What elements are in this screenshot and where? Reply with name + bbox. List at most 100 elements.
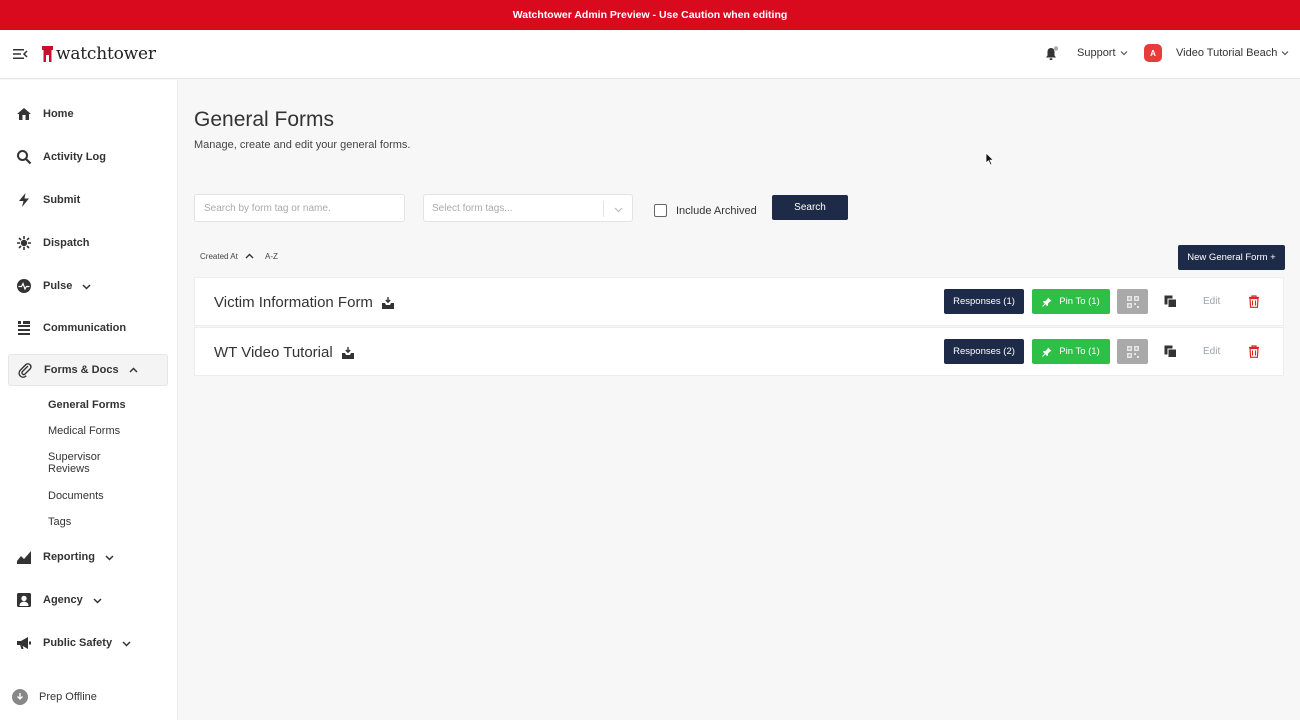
sidebar-item-activity-log[interactable]: Activity Log [8, 141, 168, 173]
lightning-icon [19, 193, 29, 207]
edit-link[interactable]: Edit [1203, 296, 1220, 307]
support-menu[interactable]: Support [1077, 47, 1128, 59]
prep-offline-label: Prep Offline [39, 691, 97, 703]
sidebar-item-label: Pulse [43, 280, 73, 292]
sidebar: Home Activity Log Submit Dispatch Pulse … [0, 80, 178, 720]
qr-code-icon [1126, 345, 1139, 358]
trash-icon[interactable] [1248, 295, 1260, 308]
notification-bell-icon[interactable] [1043, 46, 1059, 62]
dispatch-icon [17, 236, 31, 250]
trash-icon[interactable] [1248, 345, 1260, 358]
form-tags-select[interactable]: Select form tags... [423, 194, 633, 222]
sidebar-item-label: Reporting [43, 551, 95, 563]
form-name: Victim Information Form [214, 294, 373, 311]
mouse-cursor-icon [985, 152, 995, 166]
sidebar-item-label: Home [43, 108, 74, 120]
main-content: General Forms Manage, create and edit yo… [178, 80, 1300, 720]
sidebar-item-public-safety[interactable]: Public Safety [8, 627, 168, 659]
download-tray-icon[interactable] [341, 346, 355, 360]
pin-to-label: Pin To (1) [1059, 346, 1100, 357]
admin-preview-banner: Watchtower Admin Preview - Use Caution w… [0, 0, 1300, 30]
offline-download-icon [12, 689, 28, 705]
chevron-down-icon [122, 640, 131, 647]
agency-menu[interactable]: Video Tutorial Beach [1176, 47, 1289, 59]
paperclip-icon [18, 363, 32, 378]
sidebar-item-label: Public Safety [43, 637, 113, 649]
sidebar-item-label: Agency [43, 594, 83, 606]
sidebar-item-home[interactable]: Home [8, 98, 168, 130]
home-icon [17, 108, 31, 120]
sidebar-item-reporting[interactable]: Reporting [8, 541, 168, 573]
agency-avatar[interactable]: A [1144, 44, 1162, 62]
chevron-down-icon [1120, 51, 1127, 56]
include-archived-label: Include Archived [676, 204, 757, 217]
form-name-link[interactable]: Victim Information Form [214, 294, 395, 311]
responses-button[interactable]: Responses (2) [944, 339, 1024, 364]
page-subtitle: Manage, create and edit your general for… [194, 139, 411, 151]
pulse-icon [17, 279, 31, 293]
top-bar: watchtower Support A Video Tutorial Beac… [0, 30, 1300, 79]
search-button[interactable]: Search [772, 195, 848, 220]
communication-icon [18, 321, 30, 335]
include-archived-checkbox[interactable]: Include Archived [654, 204, 757, 217]
pin-icon [1042, 347, 1052, 357]
form-name: WT Video Tutorial [214, 344, 333, 361]
sidebar-item-agency[interactable]: Agency [8, 584, 168, 616]
megaphone-icon [17, 637, 31, 649]
chevron-up-icon [245, 253, 254, 259]
new-general-form-button[interactable]: New General Form + [1178, 245, 1285, 270]
tags-placeholder: Select form tags... [432, 202, 513, 214]
search-icon [17, 150, 32, 165]
pin-to-button[interactable]: Pin To (1) [1032, 289, 1110, 314]
sidebar-item-dispatch[interactable]: Dispatch [8, 227, 168, 259]
sort-created-label: Created At [200, 252, 238, 261]
watchtower-logo[interactable]: watchtower [42, 43, 156, 65]
sidebar-item-pulse[interactable]: Pulse [8, 270, 168, 302]
sidebar-item-communication[interactable]: Communication [8, 312, 168, 344]
sort-created-at[interactable]: Created At [200, 252, 254, 261]
search-input[interactable] [194, 194, 405, 222]
sidebar-item-forms-docs[interactable]: Forms & Docs [8, 354, 168, 386]
sidebar-item-submit[interactable]: Submit [8, 184, 168, 216]
sidebar-subitem-supervisor-reviews[interactable]: Supervisor Reviews [48, 451, 128, 475]
form-row: Victim Information Form Responses (1) Pi… [194, 277, 1284, 326]
pin-to-label: Pin To (1) [1059, 296, 1100, 307]
page-title: General Forms [194, 108, 335, 131]
form-name-link[interactable]: WT Video Tutorial [214, 344, 355, 361]
qr-code-button[interactable] [1117, 339, 1148, 364]
form-list: Victim Information Form Responses (1) Pi… [194, 277, 1284, 377]
pin-icon [1042, 297, 1052, 307]
sidebar-subitem-medical-forms[interactable]: Medical Forms [48, 425, 120, 437]
agency-name: Video Tutorial Beach [1176, 47, 1278, 59]
form-row: WT Video Tutorial Responses (2) Pin To (… [194, 327, 1284, 376]
download-tray-icon[interactable] [381, 296, 395, 310]
duplicate-icon[interactable] [1164, 345, 1177, 358]
banner-text: Watchtower Admin Preview - Use Caution w… [512, 9, 788, 21]
tower-logo-icon [42, 46, 53, 62]
responses-button[interactable]: Responses (1) [944, 289, 1024, 314]
sort-a-z[interactable]: A-Z [265, 252, 278, 261]
support-label: Support [1077, 47, 1116, 59]
menu-collapse-icon[interactable] [12, 46, 28, 62]
edit-link[interactable]: Edit [1203, 346, 1220, 357]
logo-text: watchtower [56, 44, 156, 64]
chevron-up-icon [129, 366, 138, 373]
chevron-down-icon [105, 554, 114, 561]
select-divider [603, 201, 604, 217]
agency-icon [17, 593, 31, 607]
sidebar-item-label: Forms & Docs [44, 364, 119, 376]
sidebar-subitem-general-forms[interactable]: General Forms [48, 399, 126, 411]
qr-code-icon [1126, 295, 1139, 308]
sidebar-subitem-documents[interactable]: Documents [48, 490, 104, 502]
chevron-down-icon [1281, 51, 1289, 56]
sidebar-item-label: Communication [43, 322, 127, 334]
prep-offline-button[interactable]: Prep Offline [12, 689, 97, 705]
sidebar-item-label: Submit [43, 194, 81, 206]
checkbox-box[interactable] [654, 204, 667, 217]
pin-to-button[interactable]: Pin To (1) [1032, 339, 1110, 364]
chevron-down-icon [614, 207, 623, 213]
qr-code-button[interactable] [1117, 289, 1148, 314]
sidebar-subitem-tags[interactable]: Tags [48, 516, 71, 528]
sidebar-item-label: Activity Log [43, 151, 106, 163]
duplicate-icon[interactable] [1164, 295, 1177, 308]
